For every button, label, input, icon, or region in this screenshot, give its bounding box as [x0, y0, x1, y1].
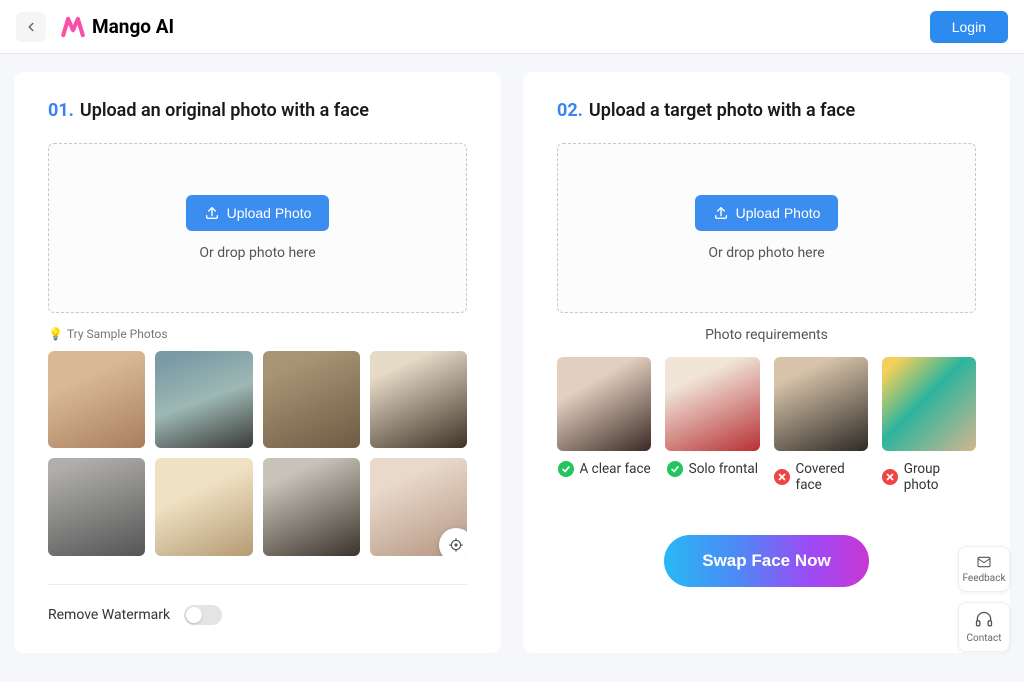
- requirement-thumb-3: [774, 357, 868, 451]
- sample-photos-label: 💡 Try Sample Photos: [48, 327, 467, 341]
- step2-number: 02.: [557, 100, 583, 121]
- step1-number: 01.: [48, 100, 74, 121]
- check-icon: [558, 461, 574, 477]
- headset-icon: [974, 610, 994, 630]
- requirement-text-3: Covered face: [796, 461, 868, 493]
- sample-photo-2[interactable]: [155, 351, 252, 448]
- sample-photo-5[interactable]: [48, 458, 145, 555]
- panel-source: 01.Upload an original photo with a face …: [14, 72, 501, 653]
- requirements-grid: A clear face Solo frontal Covered face: [557, 357, 976, 493]
- panel-target: 02. Upload a target photo with a face Upl…: [523, 72, 1010, 653]
- step2-text: Upload a target photo with a face: [589, 100, 855, 121]
- cross-icon: [774, 469, 790, 485]
- brand-logo[interactable]: Mango AI: [60, 14, 174, 40]
- sample-photo-6[interactable]: [155, 458, 252, 555]
- requirement-thumb-1: [557, 357, 651, 451]
- check-icon: [667, 461, 683, 477]
- requirement-text-1: A clear face: [580, 461, 651, 477]
- brand-name: Mango AI: [92, 15, 174, 38]
- requirement-text-2: Solo frontal: [689, 461, 758, 477]
- floating-actions: Feedback Contact: [958, 546, 1010, 652]
- feedback-label: Feedback: [962, 573, 1005, 584]
- login-button[interactable]: Login: [930, 11, 1008, 43]
- requirement-label-4: Group photo: [882, 461, 976, 493]
- source-dropzone[interactable]: Upload Photo Or drop photo here: [48, 143, 467, 313]
- requirement-label-3: Covered face: [774, 461, 868, 493]
- watermark-toggle[interactable]: [184, 605, 222, 625]
- upload-icon: [713, 205, 729, 221]
- requirement-text-4: Group photo: [904, 461, 976, 493]
- watermark-label: Remove Watermark: [48, 607, 170, 623]
- back-button[interactable]: [16, 12, 46, 42]
- requirement-label-2: Solo frontal: [667, 461, 758, 477]
- sample-photo-1[interactable]: [48, 351, 145, 448]
- sample-photo-3[interactable]: [263, 351, 360, 448]
- requirement-thumb-4: [882, 357, 976, 451]
- target-dropzone[interactable]: Upload Photo Or drop photo here: [557, 143, 976, 313]
- sample-photo-8[interactable]: [370, 458, 467, 555]
- sample-photo-7[interactable]: [263, 458, 360, 555]
- swap-face-button[interactable]: Swap Face Now: [664, 535, 868, 587]
- contact-label: Contact: [967, 633, 1002, 644]
- sample-grid: [48, 351, 467, 556]
- mail-icon: [974, 554, 994, 570]
- watermark-row: Remove Watermark: [48, 605, 467, 625]
- source-upload-label: Upload Photo: [227, 205, 312, 221]
- source-drop-text: Or drop photo here: [199, 245, 315, 261]
- locate-badge[interactable]: [439, 528, 467, 556]
- requirements-title: Photo requirements: [557, 327, 976, 343]
- source-upload-button[interactable]: Upload Photo: [186, 195, 330, 231]
- cross-icon: [882, 469, 898, 485]
- requirement-solo-frontal: Solo frontal: [665, 357, 759, 493]
- contact-button[interactable]: Contact: [958, 602, 1010, 652]
- requirement-label-1: A clear face: [558, 461, 651, 477]
- upload-icon: [204, 205, 220, 221]
- divider: [48, 584, 467, 585]
- requirement-clear-face: A clear face: [557, 357, 651, 493]
- step1-title: 01. Upload an original photo with a face: [48, 100, 467, 121]
- requirement-group-photo: Group photo: [882, 357, 976, 493]
- target-drop-text: Or drop photo here: [708, 245, 824, 261]
- feedback-button[interactable]: Feedback: [958, 546, 1010, 592]
- header: Mango AI Login: [0, 0, 1024, 54]
- requirement-covered-face: Covered face: [774, 357, 868, 493]
- crosshair-icon: [448, 537, 464, 553]
- lightbulb-icon: 💡: [48, 327, 63, 341]
- sample-label-text: Try Sample Photos: [67, 327, 168, 341]
- logo-mark-icon: [60, 14, 86, 40]
- target-upload-label: Upload Photo: [736, 205, 821, 221]
- header-left: Mango AI: [16, 12, 174, 42]
- step2-title: 02. Upload a target photo with a face: [557, 100, 976, 121]
- sample-photo-4[interactable]: [370, 351, 467, 448]
- main-container: 01.Upload an original photo with a face …: [0, 54, 1024, 671]
- requirement-thumb-2: [665, 357, 759, 451]
- target-upload-button[interactable]: Upload Photo: [695, 195, 839, 231]
- chevron-left-icon: [24, 20, 38, 34]
- step1-text: Upload an original photo with a face: [80, 100, 369, 121]
